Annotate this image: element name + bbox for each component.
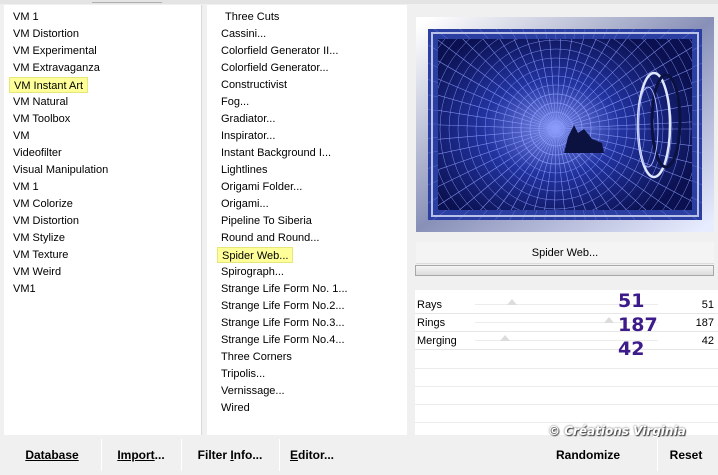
import-label-ellipsis: ...: [154, 448, 165, 462]
spider-web-preview: [416, 17, 714, 232]
category-item[interactable]: VM 1: [9, 179, 43, 195]
category-item[interactable]: VM Distortion: [9, 26, 83, 42]
category-item[interactable]: VM Instant Art: [9, 77, 89, 93]
preview-image: [416, 17, 714, 232]
button-bar: Database Import... Filter Info... Editor…: [0, 437, 718, 475]
editor-label-accel: E: [289, 448, 298, 462]
filter-item[interactable]: Origami...: [217, 196, 273, 212]
editor-button[interactable]: Editor...: [280, 439, 344, 471]
filter-item[interactable]: Vernissage...: [217, 383, 289, 399]
filter-info-button[interactable]: Filter Info...: [182, 439, 278, 471]
category-item[interactable]: VM Stylize: [9, 230, 69, 246]
filter-title-bar: Spider Web...: [416, 242, 714, 264]
category-item[interactable]: VM Weird: [9, 264, 65, 280]
category-list[interactable]: VM 1 VM Distortion VM Experimental VM Extra…: [4, 5, 202, 435]
category-item[interactable]: VM Experimental: [9, 43, 101, 59]
filter-item[interactable]: Pipeline To Siberia: [217, 213, 316, 229]
filter-item[interactable]: Round and Round...: [217, 230, 323, 246]
param-value: 187: [695, 317, 714, 329]
category-item[interactable]: VM Toolbox: [9, 111, 74, 127]
filter-list[interactable]: Three Cuts Cassini... Colorfield Generator…: [207, 5, 407, 435]
import-label: mport: [120, 448, 155, 462]
category-item[interactable]: VM Distortion: [9, 213, 83, 229]
filter-item[interactable]: Tripolis...: [217, 366, 269, 382]
filter-item[interactable]: Colorfield Generator II...: [217, 43, 342, 59]
reset-button[interactable]: Reset: [658, 439, 714, 471]
filter-item[interactable]: Constructivist: [217, 77, 291, 93]
filter-item[interactable]: Gradiator...: [217, 111, 279, 127]
category-item[interactable]: VM Texture: [9, 247, 72, 263]
param-name: Rays: [417, 299, 443, 311]
filter-item[interactable]: Three Corners: [217, 349, 296, 365]
filter-item[interactable]: Inspirator...: [217, 128, 279, 144]
annotation-rings: 187: [618, 314, 658, 336]
category-item[interactable]: VM 1: [9, 9, 43, 25]
category-item[interactable]: Videofilter: [9, 145, 66, 161]
category-item[interactable]: VM Extravaganza: [9, 60, 104, 76]
param-name: Merging: [417, 335, 457, 347]
annotation-merging: 42: [618, 338, 645, 360]
filter-item[interactable]: Wired: [217, 400, 254, 416]
filter-item[interactable]: Lightlines: [217, 162, 271, 178]
filter-item[interactable]: Origami Folder...: [217, 179, 306, 195]
empty-param-row: [415, 422, 718, 423]
category-item[interactable]: VM Natural: [9, 94, 72, 110]
empty-param-row: [415, 386, 718, 387]
editor-label: ditor...: [298, 448, 334, 462]
filter-item[interactable]: Cassini...: [217, 26, 270, 42]
randomize-button[interactable]: Randomize: [520, 439, 656, 471]
filter-item[interactable]: Strange Life Form No. 1...: [217, 281, 352, 297]
database-label-accel: D: [25, 448, 34, 462]
import-button[interactable]: Import...: [102, 439, 180, 471]
category-item[interactable]: VM Colorize: [9, 196, 77, 212]
empty-param-row: [415, 368, 718, 369]
category-item[interactable]: VM1: [9, 281, 40, 297]
param-slider-thumb[interactable]: [500, 335, 511, 341]
filter-item[interactable]: Instant Background I...: [217, 145, 335, 161]
filter-item[interactable]: Strange Life Form No.2...: [217, 298, 349, 314]
filter-item[interactable]: Colorfield Generator...: [217, 60, 333, 76]
param-name: Rings: [417, 317, 446, 329]
param-value: 42: [701, 335, 714, 347]
filter-item[interactable]: Three Cuts: [221, 9, 283, 25]
param-slider-thumb[interactable]: [506, 299, 517, 305]
category-item[interactable]: VM: [9, 128, 34, 144]
database-label: atabase: [33, 448, 79, 462]
category-item[interactable]: Visual Manipulation: [9, 162, 112, 178]
filter-item[interactable]: Fog...: [217, 94, 253, 110]
watermark: © Créations Virginia: [548, 424, 686, 438]
filter-item[interactable]: Spider Web...: [217, 247, 294, 263]
empty-param-row: [415, 404, 718, 405]
tab-edge: [92, 0, 162, 3]
filter-item[interactable]: Strange Life Form No.4...: [217, 332, 349, 348]
filter-item[interactable]: Strange Life Form No.3...: [217, 315, 349, 331]
filter-info-label-head: Filter: [197, 448, 231, 462]
filter-info-label: nfo...: [233, 448, 263, 462]
progress-bar: [415, 265, 714, 276]
filter-item[interactable]: Spirograph...: [217, 264, 288, 280]
param-slider-thumb[interactable]: [604, 317, 615, 323]
database-button[interactable]: Database: [4, 439, 100, 471]
param-value: 51: [701, 299, 714, 311]
annotation-rays: 51: [618, 290, 645, 312]
tab-strip: [0, 0, 718, 4]
